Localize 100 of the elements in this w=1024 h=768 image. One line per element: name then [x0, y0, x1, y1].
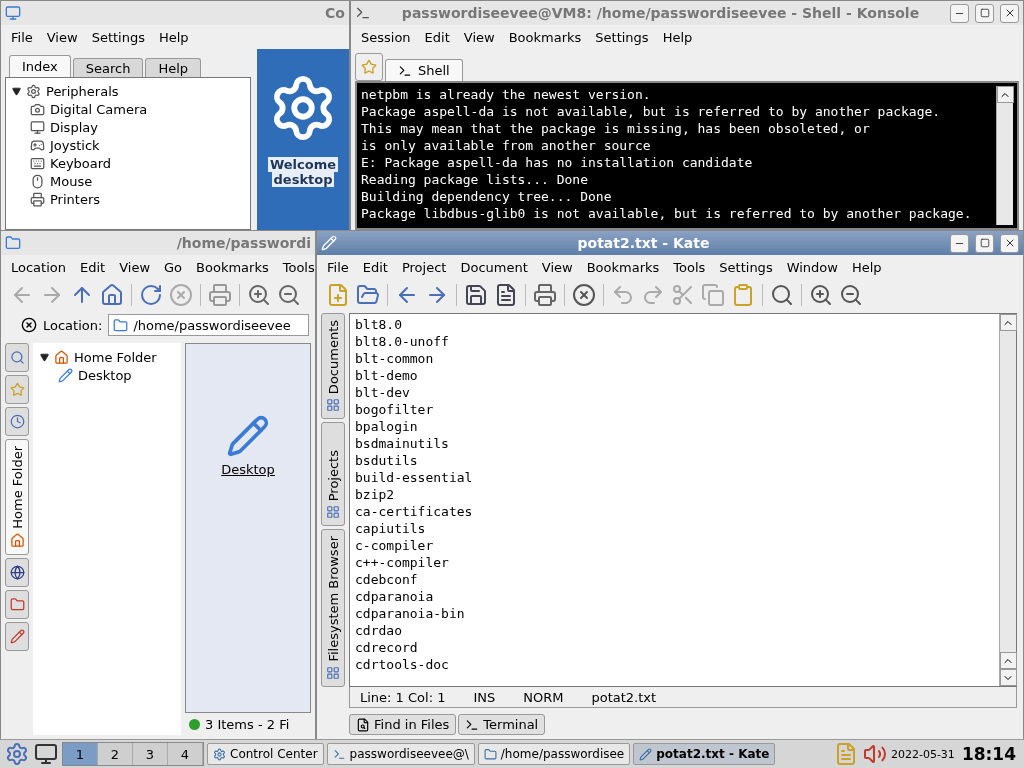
- tab[interactable]: Search: [72, 58, 144, 77]
- minimize-button[interactable]: [950, 3, 969, 23]
- menu-item[interactable]: Location: [5, 257, 72, 277]
- tree-item[interactable]: Home Folder: [74, 349, 157, 365]
- menu-item[interactable]: Help: [656, 27, 699, 47]
- menu-item[interactable]: Edit: [356, 257, 394, 277]
- sidebar-tab[interactable]: Home Folder: [5, 439, 29, 555]
- location-field[interactable]: /home/passwordiseevee: [108, 314, 309, 336]
- menu-item[interactable]: Help: [152, 27, 195, 47]
- menu-item[interactable]: Go: [158, 257, 189, 277]
- tree-item[interactable]: Joystick: [50, 137, 100, 153]
- side-tab[interactable]: Projects: [321, 422, 345, 527]
- mouse-icon: [30, 173, 45, 189]
- star-icon: [361, 59, 377, 75]
- terminal-line: Package libdbus-glib0 is not available, but is referred to by another package.: [361, 205, 973, 222]
- menu-item[interactable]: Bookmarks: [580, 257, 666, 277]
- desktop-button[interactable]: 3: [133, 743, 168, 765]
- tab[interactable]: Help: [145, 58, 202, 77]
- file-name[interactable]: Desktop: [221, 462, 275, 477]
- menu-item[interactable]: View: [40, 27, 84, 47]
- reload-button[interactable]: [138, 282, 164, 308]
- zoom-out-button[interactable]: [276, 282, 302, 308]
- scrollbar[interactable]: [996, 86, 1013, 225]
- find-button[interactable]: [769, 282, 795, 308]
- tool-tab[interactable]: Find in Files: [349, 714, 457, 735]
- menu-item[interactable]: Edit: [418, 27, 456, 47]
- code-line: bzip2: [355, 486, 396, 503]
- sidebar-tab[interactable]: [5, 621, 29, 651]
- terminal-line: netpbm is already the newest version.: [361, 86, 652, 103]
- menu-item[interactable]: Document: [454, 257, 534, 277]
- sidebar-tab[interactable]: [5, 407, 29, 436]
- tree-item[interactable]: Display: [50, 119, 98, 135]
- close-button[interactable]: [1000, 233, 1019, 253]
- monitor-icon: [5, 5, 21, 21]
- tree-item[interactable]: Digital Camera: [50, 101, 148, 117]
- menu-item[interactable]: Settings: [713, 257, 779, 277]
- print-button[interactable]: [207, 282, 233, 308]
- pencil-icon[interactable]: [226, 414, 270, 458]
- menu-item[interactable]: Settings: [589, 27, 655, 47]
- expander-icon[interactable]: [40, 352, 49, 362]
- maximize-button[interactable]: [975, 3, 994, 23]
- home-button[interactable]: [99, 282, 125, 308]
- stop-button[interactable]: [168, 282, 194, 308]
- text-editor[interactable]: [349, 313, 1017, 687]
- sidebar-tab[interactable]: [5, 589, 29, 619]
- menu-item[interactable]: View: [535, 257, 579, 277]
- task-button[interactable]: passwordiseevee@\: [326, 743, 475, 765]
- menu-item[interactable]: Tools: [276, 257, 315, 277]
- code-line: blt-common: [355, 350, 435, 367]
- desktop-button[interactable]: 2: [98, 743, 133, 765]
- start-menu-button[interactable]: [4, 741, 30, 767]
- close-button[interactable]: [571, 282, 597, 308]
- close-button[interactable]: [1000, 3, 1019, 23]
- tree-item[interactable]: Keyboard: [50, 155, 112, 171]
- expander-icon[interactable]: [12, 86, 21, 96]
- show-desktop-button[interactable]: [33, 741, 59, 767]
- tool-tab[interactable]: Terminal: [458, 714, 546, 735]
- task-button[interactable]: /home/passwordisee: [477, 743, 631, 765]
- tab[interactable]: Index: [9, 55, 71, 77]
- tab[interactable]: Shell: [385, 59, 463, 81]
- minimize-button[interactable]: [950, 233, 969, 253]
- task-button[interactable]: potat2.txt - Kate: [633, 743, 776, 765]
- pencil-icon: [639, 747, 653, 761]
- side-tab[interactable]: Documents: [321, 313, 345, 420]
- code-line: bogofilter: [355, 401, 435, 418]
- menu-item[interactable]: Settings: [85, 27, 151, 47]
- menu-item[interactable]: Window: [780, 257, 844, 277]
- menu-item[interactable]: Bookmarks: [502, 27, 588, 47]
- terminal-line: This may mean that the package is missing, has been obsoleted, or: [361, 120, 871, 137]
- menu-item[interactable]: Project: [395, 257, 453, 277]
- save-button[interactable]: [463, 282, 489, 308]
- desktop-button[interactable]: 1: [63, 743, 98, 765]
- task-button[interactable]: Control Center: [207, 743, 324, 765]
- menu-item[interactable]: View: [113, 257, 157, 277]
- menu-item[interactable]: File: [5, 27, 39, 47]
- status-text: 3 Items - 2 Fi: [205, 716, 290, 732]
- tree-item[interactable]: Peripherals: [46, 83, 119, 99]
- menu-item[interactable]: File: [321, 257, 355, 277]
- folder-icon: [5, 235, 21, 251]
- zoom-in-button[interactable]: [808, 282, 834, 308]
- menu-item[interactable]: Bookmarks: [190, 257, 275, 277]
- zoom-out-button[interactable]: [838, 282, 864, 308]
- print-button[interactable]: [532, 282, 558, 308]
- menu-item[interactable]: Session: [355, 27, 417, 47]
- tree-item[interactable]: Printers: [50, 191, 101, 207]
- tree-item[interactable]: Desktop: [78, 367, 132, 383]
- menu-item[interactable]: Help: [845, 257, 888, 277]
- clear-icon[interactable]: [21, 317, 37, 333]
- menu-item[interactable]: Tools: [667, 257, 712, 277]
- code-line: blt-demo: [355, 367, 419, 384]
- side-tab[interactable]: Filesystem Browser: [321, 529, 345, 687]
- copy-button[interactable]: [700, 282, 726, 308]
- menu-item[interactable]: Edit: [74, 257, 112, 277]
- maximize-button[interactable]: [975, 233, 994, 253]
- menu-item[interactable]: View: [457, 27, 501, 47]
- desktop-button[interactable]: 4: [168, 743, 203, 765]
- tree-item[interactable]: Mouse: [50, 173, 93, 189]
- sidebar-tab[interactable]: [5, 557, 29, 587]
- zoom-in-button[interactable]: [246, 282, 272, 308]
- scrollbar[interactable]: [999, 314, 1016, 686]
